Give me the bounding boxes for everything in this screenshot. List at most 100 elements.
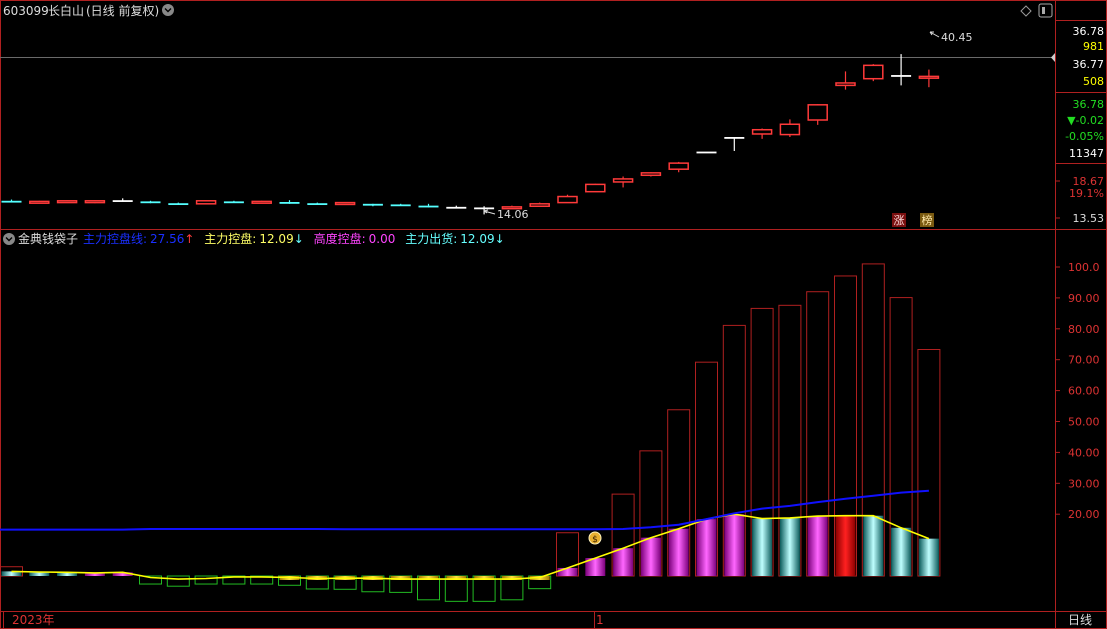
- candle-body: [1, 200, 22, 203]
- indicator-legend: 主力控盘线: 27.56↑ 主力控盘: 12.09↓ 高度控盘: 0.00 主力出货:…: [83, 231, 505, 246]
- svg-text:$: $: [592, 535, 598, 545]
- month-label: 1: [596, 613, 604, 627]
- current-price-marker-icon: [1051, 53, 1055, 62]
- candle-body: [640, 172, 662, 177]
- candle-body: [918, 75, 940, 79]
- candle-body: [807, 104, 828, 121]
- mode-dropdown-icon[interactable]: [162, 4, 174, 16]
- indicator-axis: 20.00 30.00 40.00 50.00 60.00 70.00 80.00 90.00…: [1055, 261, 1100, 521]
- candle-body: [418, 205, 439, 208]
- control-bar: [668, 528, 689, 576]
- control-bar: [807, 516, 828, 576]
- control-bar: [696, 519, 717, 576]
- candle-body: [56, 200, 78, 204]
- candle-body: [307, 203, 328, 206]
- control-bar: [891, 527, 912, 576]
- control-bar: [835, 515, 856, 576]
- y-tick-label: 20.00: [1068, 508, 1100, 521]
- period-label[interactable]: 日线: [1068, 613, 1092, 627]
- candle-body: [863, 64, 884, 80]
- control-bar: [752, 518, 773, 576]
- sell-box-bar: [166, 575, 190, 587]
- svg-text:榜: 榜: [922, 213, 933, 227]
- total-volume: 11347: [1069, 147, 1104, 160]
- price-1: 36.78: [1073, 25, 1105, 38]
- candle-body: [585, 183, 606, 193]
- last-price: 36.78: [1073, 98, 1105, 111]
- volume-1: 981: [1083, 40, 1104, 53]
- main-frame: [0, 0, 1107, 629]
- control-bar: [863, 515, 884, 576]
- price-2: 36.77: [1073, 58, 1105, 71]
- low-annotation: 14.06: [497, 208, 529, 221]
- legend-label-3: 主力出货:: [405, 231, 457, 246]
- candle-body: [251, 200, 272, 204]
- legend-arrow-1: ↓: [294, 232, 304, 246]
- legend-arrow-3: ↓: [495, 232, 505, 246]
- high-annotation-arrow: [929, 31, 940, 38]
- diamond-icon[interactable]: [1020, 5, 1032, 17]
- y-tick-label: 80.00: [1068, 323, 1100, 336]
- legend-value-0: 27.56: [150, 232, 184, 246]
- candle-body: [779, 123, 801, 136]
- indicator-name: 金典钱袋子: [18, 231, 78, 246]
- candle-body: [140, 201, 161, 204]
- candle-body: [84, 200, 106, 204]
- stock-code: 603099: [3, 4, 49, 18]
- candle-body: [529, 203, 550, 208]
- y-tick-label: 60.00: [1068, 385, 1100, 398]
- candlestick-series: [1, 54, 940, 215]
- candle-body: [279, 202, 300, 204]
- stock-name: 长白山: [48, 3, 84, 18]
- candle-body: [168, 203, 189, 206]
- y-tick-label: 50.00: [1068, 416, 1100, 429]
- low-annotation-arrow: [483, 209, 496, 215]
- candle-body: [696, 151, 717, 154]
- percent-change: -0.05%: [1065, 130, 1104, 143]
- mid-percent-label: 19.1%: [1069, 187, 1104, 200]
- candle-body: [724, 137, 745, 139]
- legend-value-3: 12.09: [460, 232, 494, 246]
- legend-label-2: 高度控盘:: [314, 231, 366, 246]
- candle-body: [195, 200, 217, 205]
- volume-2: 508: [1083, 75, 1104, 88]
- y-tick-label: 30.00: [1068, 477, 1100, 490]
- y-tick-label: 70.00: [1068, 354, 1100, 367]
- y-tick-label: 90.00: [1068, 292, 1100, 305]
- ranking-badge: 榜: [920, 213, 934, 227]
- control-bar: [640, 537, 661, 576]
- legend-label-0: 主力控盘线:: [83, 231, 147, 246]
- legend-value-1: 12.09: [259, 232, 293, 246]
- limit-up-badge: 涨: [892, 213, 906, 227]
- price-change: ▼-0.02: [1067, 114, 1104, 127]
- candle-body: [29, 200, 50, 204]
- candle-body: [891, 75, 912, 77]
- candle-body: [362, 203, 383, 206]
- chart-mode: (日线 前复权): [86, 3, 159, 18]
- candle-body: [668, 162, 689, 170]
- year-label: 2023年: [12, 613, 55, 627]
- indicator-dropdown-icon[interactable]: [3, 233, 15, 245]
- control-bar: [557, 567, 578, 576]
- legend-label-1: 主力控盘:: [204, 231, 256, 246]
- candle-body: [390, 204, 411, 207]
- high-annotation: 40.45: [941, 31, 973, 44]
- legend-value-2: 0.00: [369, 232, 396, 246]
- control-bar: [918, 538, 939, 576]
- candle-body: [446, 206, 467, 209]
- candle-body: [612, 178, 634, 183]
- stock-chart[interactable]: 603099 长白山 (日线 前复权) 36.78 981 36.77 508 …: [0, 0, 1107, 629]
- control-bar: [779, 517, 800, 576]
- window-icon[interactable]: [1038, 3, 1053, 18]
- control-bar: [613, 548, 634, 576]
- candle-body: [751, 128, 773, 135]
- candle-body: [835, 82, 856, 87]
- legend-arrow-0: ↑: [184, 232, 194, 246]
- svg-text:涨: 涨: [894, 214, 905, 227]
- candle-body: [223, 201, 244, 204]
- sell-box-bar: [194, 575, 218, 585]
- money-bag-icon: $: [588, 531, 602, 545]
- y-tick-label: 40.00: [1068, 446, 1100, 459]
- indicator-series: [0, 263, 941, 602]
- candle-body: [112, 200, 133, 202]
